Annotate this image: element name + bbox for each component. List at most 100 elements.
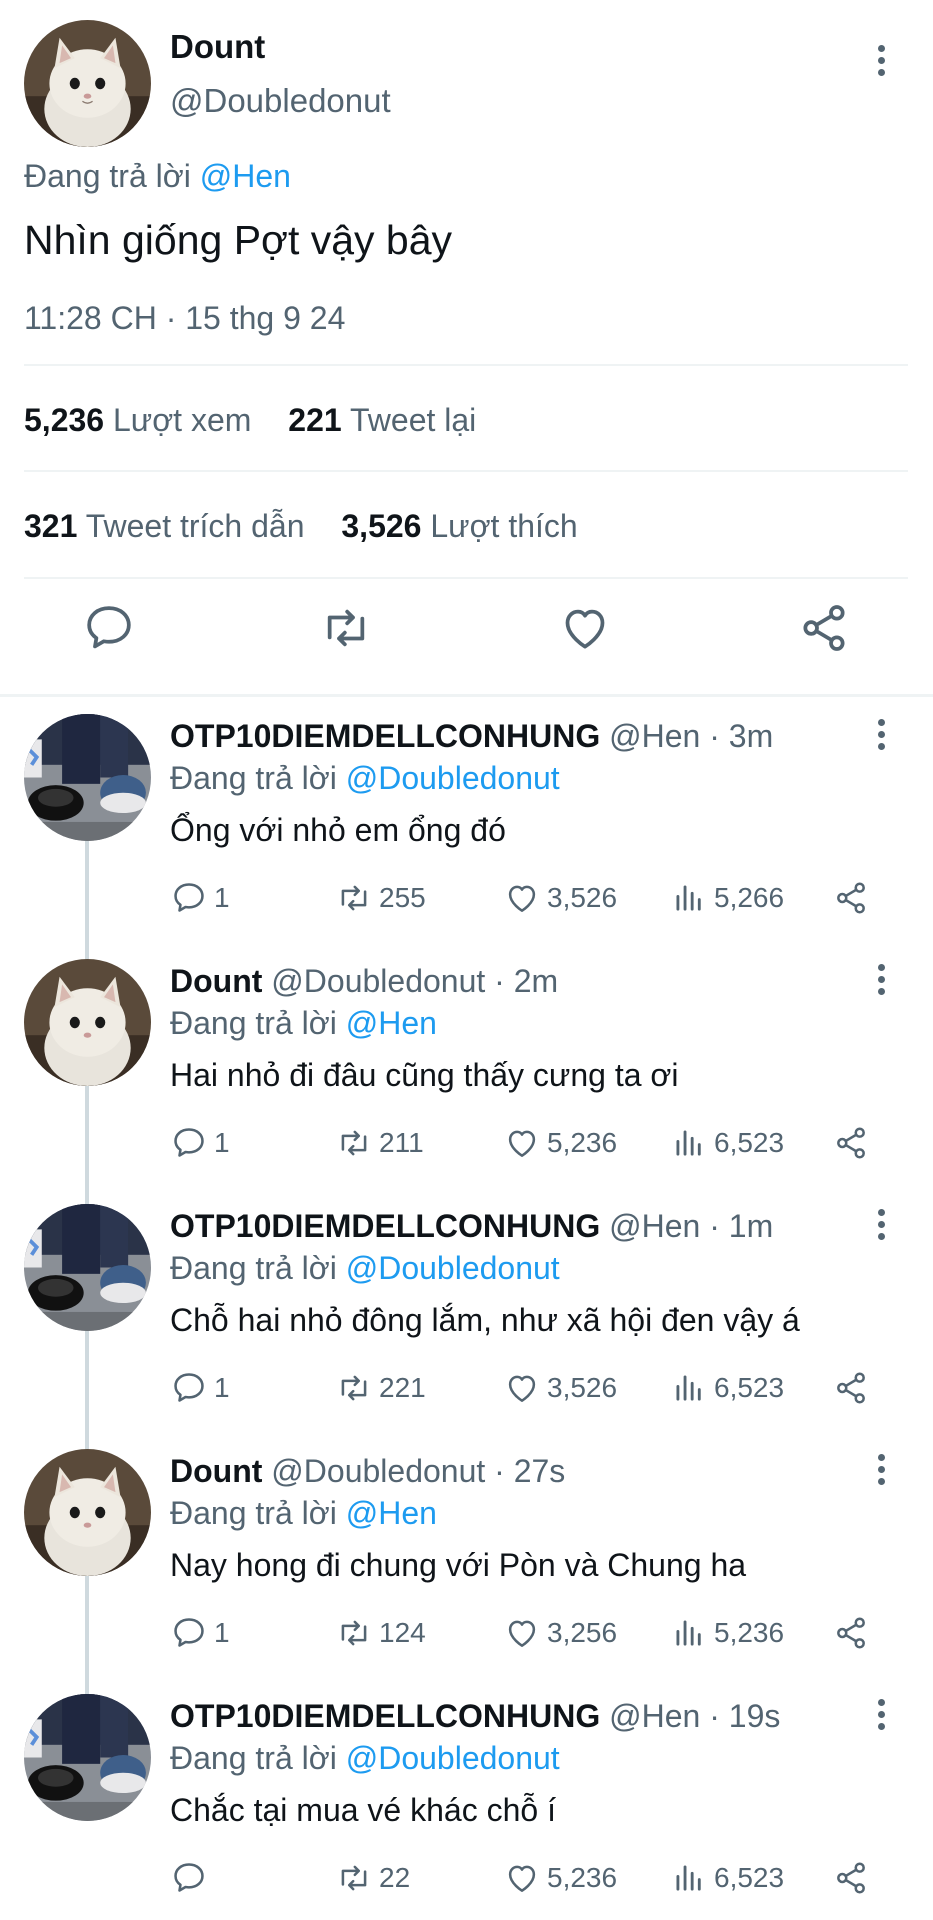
views-icon — [676, 1375, 701, 1401]
reply-icon — [174, 1863, 204, 1892]
like-button[interactable]: 3,526 — [503, 1368, 617, 1408]
share-button[interactable] — [832, 1368, 876, 1408]
retweet-count: 124 — [379, 1617, 426, 1648]
views-label: Lượt xem — [112, 402, 252, 438]
replying-prefix: Đang trả lời — [170, 1495, 337, 1531]
retweet-count: 221 — [379, 1372, 426, 1403]
reply-tweet[interactable]: OTP10DIEMDELLCONHUNG @Hen · 19s Đang trả… — [0, 1680, 933, 1920]
retweet-button[interactable]: 22 — [335, 1858, 410, 1898]
views-button[interactable]: 6,523 — [670, 1858, 784, 1898]
avatar[interactable] — [24, 959, 151, 1086]
author-name[interactable]: Dount — [170, 1453, 262, 1489]
author-name[interactable]: OTP10DIEMDELLCONHUNG — [170, 1698, 600, 1734]
quotes-label: Tweet trích dẫn — [85, 508, 305, 544]
more-options-button[interactable] — [861, 714, 901, 754]
divider — [24, 577, 908, 579]
author-name[interactable]: OTP10DIEMDELLCONHUNG — [170, 718, 600, 754]
more-options-button[interactable] — [861, 40, 901, 80]
views-count: 6,523 — [714, 1862, 785, 1893]
more-options-button[interactable] — [861, 1694, 901, 1734]
share-button[interactable] — [832, 1613, 876, 1653]
views-button[interactable]: 6,523 — [670, 1123, 784, 1163]
retweet-button[interactable]: 221 — [335, 1368, 426, 1408]
cat-avatar-icon — [24, 1449, 151, 1576]
avatar[interactable] — [24, 714, 151, 841]
replying-mention-link[interactable]: @Hen — [200, 158, 291, 194]
replying-prefix: Đang trả lời — [170, 1250, 337, 1286]
cat-avatar-icon — [24, 20, 151, 147]
reply-tweet[interactable]: Dount @Doubledonut · 2m Đang trả lời @He… — [0, 945, 933, 1190]
like-count: 3,526 — [547, 882, 618, 913]
more-options-button[interactable] — [861, 1449, 901, 1489]
share-button[interactable] — [832, 1123, 876, 1163]
views-button[interactable]: 5,266 — [670, 878, 784, 918]
retweet-button[interactable] — [318, 600, 374, 656]
quotes-stat[interactable]: 321 Tweet trích dẫn — [24, 508, 304, 545]
reply-header: Dount @Doubledonut · 27s — [170, 1453, 565, 1490]
views-count: 5,266 — [714, 882, 785, 913]
author-name[interactable]: Dount — [170, 28, 265, 66]
views-button[interactable]: 6,523 — [670, 1368, 784, 1408]
divider — [24, 470, 908, 472]
replying-to: Đang trả lời @Doubledonut — [170, 1740, 560, 1777]
like-button[interactable] — [557, 600, 613, 656]
replying-mention-link[interactable]: @Doubledonut — [346, 760, 560, 796]
author-name[interactable]: OTP10DIEMDELLCONHUNG — [170, 1208, 600, 1244]
avatar[interactable] — [24, 1694, 151, 1821]
like-button[interactable]: 3,256 — [503, 1613, 617, 1653]
reply-tweet[interactable]: OTP10DIEMDELLCONHUNG @Hen · 3m Đang trả … — [0, 700, 933, 945]
views-count: 6,523 — [714, 1127, 785, 1158]
reply-header: OTP10DIEMDELLCONHUNG @Hen · 19s — [170, 1698, 780, 1735]
more-icon-dot — [877, 56, 885, 64]
reply-button[interactable]: 1 — [170, 1613, 230, 1653]
share-button[interactable] — [832, 1858, 876, 1898]
avatar[interactable] — [24, 20, 151, 147]
tweet-actions: 22 5,236 6,523 — [170, 1858, 890, 1898]
replying-mention-link[interactable]: @Hen — [346, 1495, 437, 1531]
retweet-count: 22 — [379, 1862, 411, 1893]
likes-stat[interactable]: 3,526 Lượt thích — [341, 508, 577, 545]
share-button[interactable] — [796, 600, 852, 656]
views-button[interactable]: 5,236 — [670, 1613, 784, 1653]
replying-mention-link[interactable]: @Doubledonut — [346, 1740, 560, 1776]
author-name[interactable]: Dount — [170, 963, 262, 999]
reply-button[interactable]: 1 — [170, 878, 230, 918]
retweets-stat[interactable]: 221 Tweet lại — [288, 402, 476, 439]
reply-button[interactable]: 1 — [170, 1368, 230, 1408]
avatar[interactable] — [24, 1204, 151, 1331]
like-count: 5,236 — [547, 1862, 618, 1893]
replying-mention-link[interactable]: @Hen — [346, 1005, 437, 1041]
section-divider — [0, 694, 933, 697]
author-handle[interactable]: @Doubledonut — [170, 82, 391, 120]
reply-count: 1 — [214, 1372, 230, 1403]
replying-prefix: Đang trả lời — [170, 1005, 337, 1041]
avatar[interactable] — [24, 1449, 151, 1576]
like-button[interactable]: 5,236 — [503, 1858, 617, 1898]
more-icon — [877, 1208, 885, 1216]
tweet-text: Chắc tại mua vé khác chỗ í — [170, 1792, 556, 1828]
reply-count: 1 — [214, 882, 230, 913]
more-options-button[interactable] — [861, 1204, 901, 1244]
like-button[interactable]: 5,236 — [503, 1123, 617, 1163]
reply-tweet[interactable]: Dount @Doubledonut · 27s Đang trả lời @H… — [0, 1435, 933, 1680]
more-icon — [877, 1698, 885, 1706]
retweet-count: 255 — [379, 882, 426, 913]
reply-tweet[interactable]: OTP10DIEMDELLCONHUNG @Hen · 1m Đang trả … — [0, 1190, 933, 1435]
retweet-button[interactable]: 211 — [335, 1123, 424, 1163]
replying-mention-link[interactable]: @Doubledonut — [346, 1250, 560, 1286]
reply-button[interactable]: 1 — [170, 1123, 230, 1163]
share-button[interactable] — [832, 878, 876, 918]
like-button[interactable]: 3,526 — [503, 878, 617, 918]
views-count: 6,523 — [714, 1372, 785, 1403]
retweet-button[interactable]: 255 — [335, 878, 426, 918]
retweet-button[interactable]: 124 — [335, 1613, 426, 1653]
more-icon — [877, 718, 885, 726]
reply-button[interactable] — [170, 1858, 214, 1898]
like-count: 3,526 — [547, 1372, 618, 1403]
reply-button[interactable] — [81, 600, 137, 656]
share-icon — [837, 1127, 865, 1159]
reply-icon — [174, 1618, 204, 1647]
more-icon-dot — [877, 68, 885, 76]
more-options-button[interactable] — [861, 959, 901, 999]
stats-row-1: 5,236 Lượt xem 221 Tweet lại — [24, 402, 476, 439]
